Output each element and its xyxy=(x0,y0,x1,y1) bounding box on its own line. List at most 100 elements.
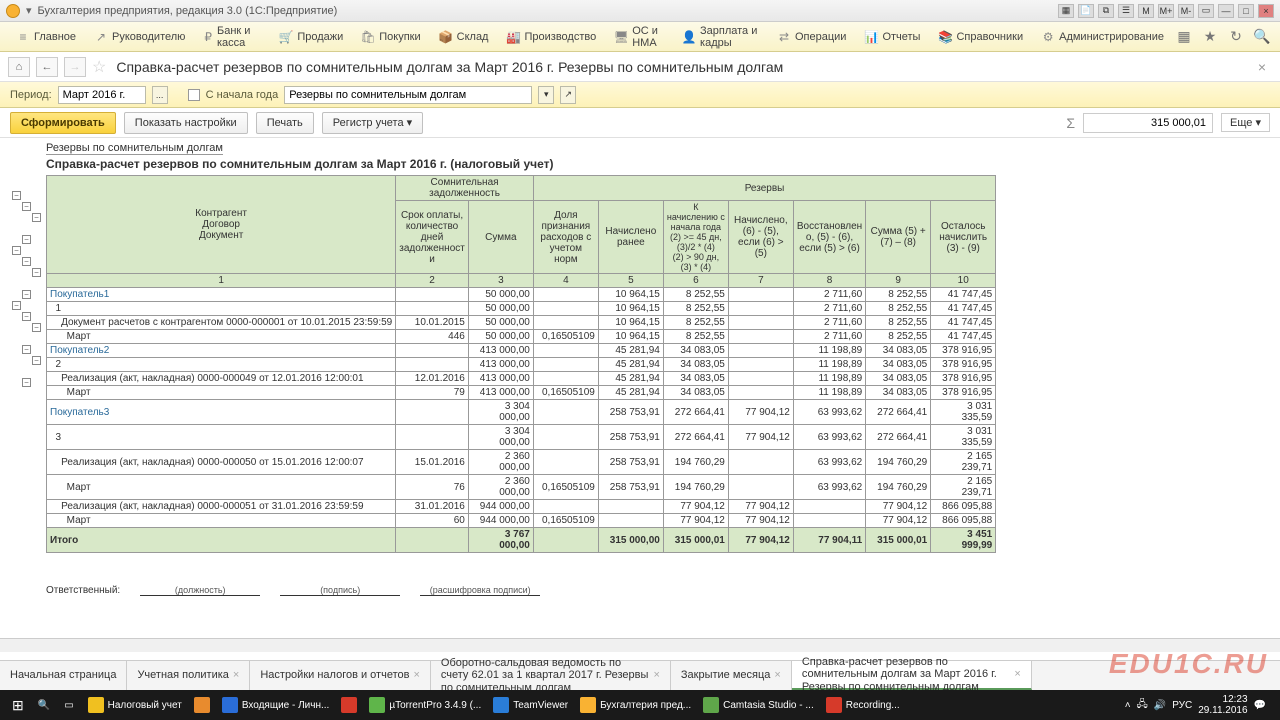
period-picker-button[interactable]: ... xyxy=(152,86,168,104)
table-row[interactable]: Реализация (акт, накладная) 0000-000051 … xyxy=(47,500,996,514)
table-row[interactable]: Реализация (акт, накладная) 0000-000049 … xyxy=(47,372,996,386)
notifications-icon[interactable]: 💬 xyxy=(1254,700,1266,711)
table-row[interactable]: Документ расчетов с контрагентом 0000-00… xyxy=(47,316,996,330)
tree-toggle[interactable]: − xyxy=(32,356,41,365)
tree-toggle[interactable]: − xyxy=(12,246,21,255)
horizontal-scrollbar[interactable] xyxy=(0,638,1280,652)
toolbar-icon[interactable]: ☰ xyxy=(1118,4,1134,18)
table-row[interactable]: 2413 000,0045 281,9434 083,0511 198,8934… xyxy=(47,358,996,372)
tray-lang[interactable]: РУС xyxy=(1172,700,1192,711)
tab-close-icon[interactable]: × xyxy=(653,669,659,681)
taskbar-app[interactable]: Recording... xyxy=(820,691,906,719)
taskbar-app[interactable]: TeamViewer xyxy=(487,691,574,719)
menu-item[interactable]: ₽Банк и касса xyxy=(195,21,269,53)
window-tab[interactable]: Закрытие месяца× xyxy=(671,661,792,690)
taskbar-app[interactable]: Camtasia Studio - ... xyxy=(697,691,820,719)
tree-toggle[interactable]: − xyxy=(12,301,21,310)
tree-toggle[interactable]: − xyxy=(22,345,31,354)
tree-toggle[interactable]: − xyxy=(12,191,21,200)
close-button[interactable]: × xyxy=(1258,4,1274,18)
toolbar-icon[interactable]: ▦ xyxy=(1058,4,1074,18)
window-tab[interactable]: Оборотно-сальдовая ведомость по счету 62… xyxy=(431,661,671,690)
toolbar-icon[interactable]: M- xyxy=(1178,4,1194,18)
toolbar-icon[interactable]: 📄 xyxy=(1078,4,1094,18)
table-row[interactable]: Март79413 000,000,1650510945 281,9434 08… xyxy=(47,386,996,400)
table-row[interactable]: Покупатель2413 000,0045 281,9434 083,051… xyxy=(47,344,996,358)
menu-item[interactable]: 🖥ОС и НМА xyxy=(606,21,672,53)
app-menu-dropdown[interactable]: ▾ xyxy=(26,4,32,17)
history-icon[interactable]: ↻ xyxy=(1226,27,1246,47)
menu-item[interactable]: ≡Главное xyxy=(8,26,84,48)
period-input[interactable] xyxy=(58,86,146,104)
table-row[interactable]: 33 304 000,00258 753,91272 664,4177 904,… xyxy=(47,425,996,450)
taskbar-app[interactable]: Налоговый учет xyxy=(82,691,188,719)
favorite-icon[interactable]: ☆ xyxy=(92,57,106,77)
window-tab[interactable]: Начальная страница xyxy=(0,661,127,690)
page-close-button[interactable]: × xyxy=(1252,59,1272,75)
tab-close-icon[interactable]: × xyxy=(413,669,419,681)
table-row[interactable]: Покупатель150 000,0010 964,158 252,552 7… xyxy=(47,288,996,302)
star-icon[interactable]: ★ xyxy=(1200,27,1220,47)
table-row[interactable]: Март762 360 000,000,16505109258 753,9119… xyxy=(47,475,996,500)
menu-item[interactable]: 📦Склад xyxy=(431,26,497,48)
window-tab[interactable]: Учетная политика× xyxy=(127,661,250,690)
settings-button[interactable]: Показать настройки xyxy=(124,112,248,134)
taskview-button[interactable]: ▭ xyxy=(58,691,79,719)
toolbar-icon[interactable]: M xyxy=(1138,4,1154,18)
apps-icon[interactable]: ▦ xyxy=(1174,27,1194,47)
table-row[interactable]: Март60944 000,000,1650510977 904,1277 90… xyxy=(47,514,996,528)
taskbar-app[interactable] xyxy=(188,691,216,719)
toolbar-icon[interactable]: ▭ xyxy=(1198,4,1214,18)
since-start-checkbox[interactable] xyxy=(188,89,200,101)
generate-button[interactable]: Сформировать xyxy=(10,112,116,134)
tree-toggle[interactable]: − xyxy=(22,202,31,211)
menu-item[interactable]: ⚙Администрирование xyxy=(1033,26,1172,48)
report-type-select[interactable] xyxy=(284,86,532,104)
menu-item[interactable]: 🛒Продажи xyxy=(271,26,351,48)
forward-button[interactable]: → xyxy=(64,57,86,77)
toolbar-icon[interactable]: ⧉ xyxy=(1098,4,1114,18)
window-tab[interactable]: Настройки налогов и отчетов× xyxy=(250,661,431,690)
table-row[interactable]: Покупатель33 304 000,00258 753,91272 664… xyxy=(47,400,996,425)
taskbar-app[interactable]: µTorrentPro 3.4.9 (... xyxy=(363,691,487,719)
tree-toggle[interactable]: − xyxy=(22,235,31,244)
tray-network-icon[interactable]: 🖧 xyxy=(1137,697,1148,714)
search-icon[interactable]: 🔍 xyxy=(1252,27,1272,47)
sum-input[interactable] xyxy=(1083,113,1213,133)
tab-close-icon[interactable]: × xyxy=(233,669,239,681)
start-button[interactable]: ⊞ xyxy=(6,691,30,719)
table-row[interactable]: Март44650 000,000,1650510910 964,158 252… xyxy=(47,330,996,344)
select-open-button[interactable]: ↗ xyxy=(560,86,576,104)
tray-volume-icon[interactable]: 🔊 xyxy=(1154,700,1166,711)
tab-close-icon[interactable]: × xyxy=(1014,668,1020,680)
taskbar-app[interactable]: Входящие - Личн... xyxy=(216,691,336,719)
tab-close-icon[interactable]: × xyxy=(774,669,780,681)
tree-toggle[interactable]: − xyxy=(32,323,41,332)
toolbar-icon[interactable]: M+ xyxy=(1158,4,1174,18)
tree-toggle[interactable]: − xyxy=(22,257,31,266)
menu-item[interactable]: 👤Зарплата и кадры xyxy=(674,21,767,53)
register-button[interactable]: Регистр учета ▾ xyxy=(322,112,423,134)
tree-toggle[interactable]: − xyxy=(22,312,31,321)
menu-item[interactable]: 📊Отчеты xyxy=(856,26,928,48)
window-tab[interactable]: Справка-расчет резервов по сомнительным … xyxy=(792,661,1032,690)
back-button[interactable]: ← xyxy=(36,57,58,77)
tree-toggle[interactable]: − xyxy=(32,213,41,222)
tree-toggle[interactable]: − xyxy=(32,268,41,277)
menu-item[interactable]: ⇄Операции xyxy=(769,26,854,48)
more-button[interactable]: Еще ▾ xyxy=(1221,113,1270,132)
menu-item[interactable]: 🛍Покупки xyxy=(353,26,428,48)
tree-toggle[interactable]: − xyxy=(22,290,31,299)
print-button[interactable]: Печать xyxy=(256,112,314,134)
home-button[interactable]: ⌂ xyxy=(8,57,30,77)
select-dropdown-button[interactable]: ▾ xyxy=(538,86,554,104)
table-row[interactable]: Реализация (акт, накладная) 0000-000050 … xyxy=(47,450,996,475)
search-button[interactable]: 🔍 xyxy=(32,691,56,719)
taskbar-app[interactable] xyxy=(335,691,363,719)
table-row[interactable]: 150 000,0010 964,158 252,552 711,608 252… xyxy=(47,302,996,316)
menu-item[interactable]: 📚Справочники xyxy=(930,26,1031,48)
taskbar-app[interactable]: Бухгалтерия пред... xyxy=(574,691,697,719)
menu-item[interactable]: 🏭Производство xyxy=(498,26,604,48)
maximize-button[interactable]: □ xyxy=(1238,4,1254,18)
minimize-button[interactable]: — xyxy=(1218,4,1234,18)
